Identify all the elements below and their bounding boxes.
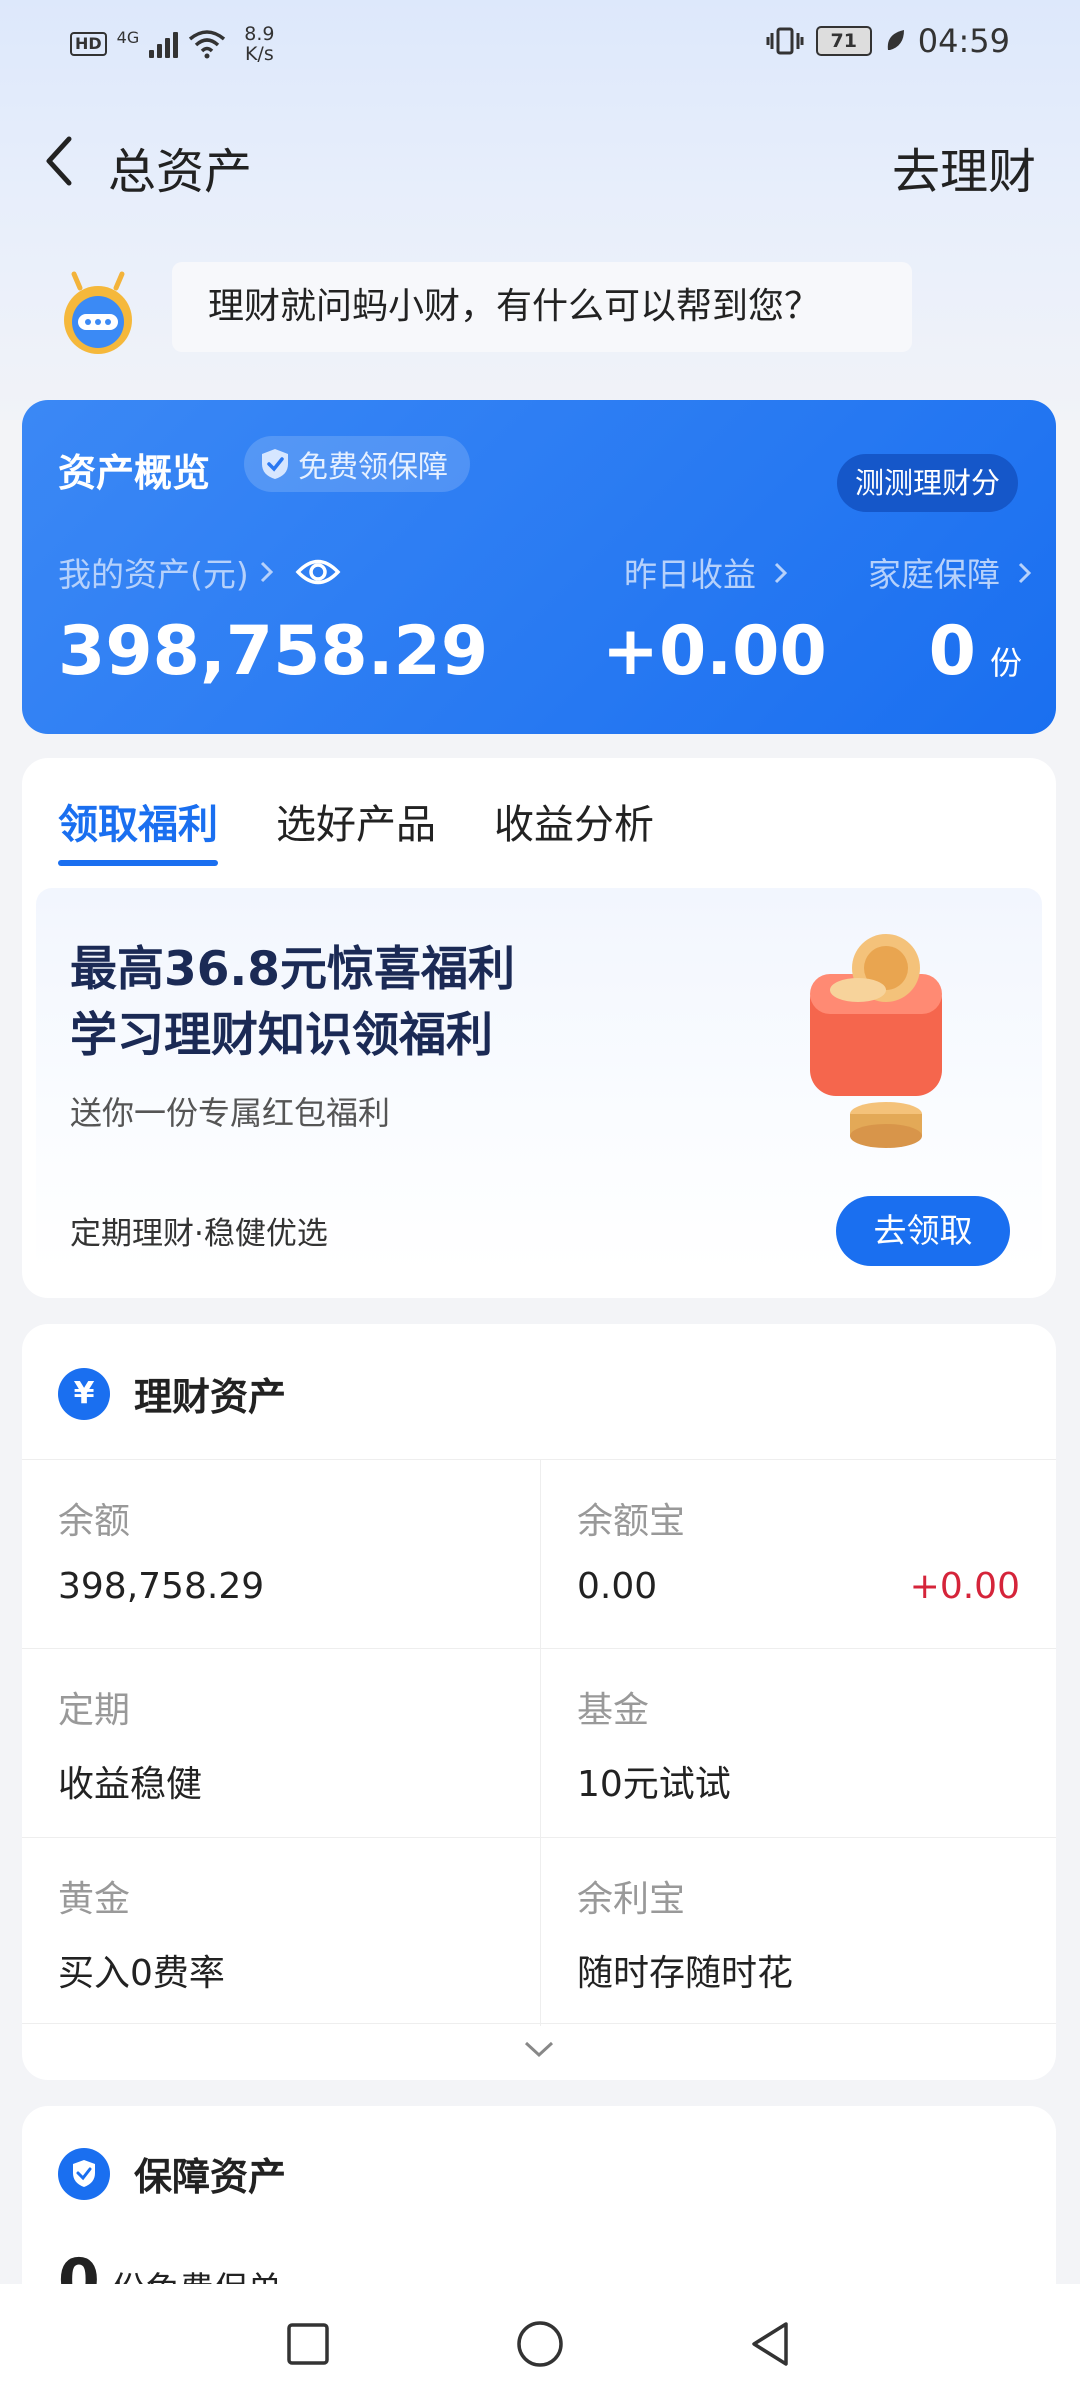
square-icon [287, 2323, 329, 2365]
eye-icon[interactable] [295, 555, 341, 589]
asset-cell-fund[interactable]: 基金 10元试试 [540, 1649, 1056, 1837]
family-protection-value: 0份 [929, 612, 1022, 691]
shield-check-icon [262, 449, 288, 479]
assistant-prompt[interactable]: 理财就问蚂小财，有什么可以帮到您？ [172, 262, 912, 352]
tab-products[interactable]: 选好产品 [276, 792, 436, 852]
asset-value: 随时存随时花 [577, 1953, 794, 1994]
protection-assets-header: 保障资产 [58, 2146, 286, 2201]
yesterday-income-label: 昨日收益 [624, 555, 756, 594]
back-nav-button[interactable] [740, 2314, 800, 2374]
tab-analysis[interactable]: 收益分析 [494, 792, 654, 852]
vibrate-icon [766, 27, 804, 55]
triangle-back-icon [752, 2322, 788, 2366]
status-left: HD 4G 8.9 K/s [70, 24, 274, 64]
protection-assets-title: 保障资产 [134, 2155, 287, 2199]
assistant-avatar-icon [64, 271, 132, 354]
battery-icon: 71 [815, 26, 872, 56]
benefits-tabs: 领取福利 选好产品 收益分析 [58, 792, 654, 866]
asset-value: 0.00 [577, 1566, 658, 1607]
go-invest-link[interactable]: 去理财 [892, 132, 1036, 202]
back-arrow-icon [46, 136, 72, 186]
wealth-assets-header: ¥ 理财资产 [58, 1366, 286, 1421]
wealth-assets-title: 理财资产 [134, 1375, 287, 1419]
promo-title-2: 学习理财知识领福利 [70, 1008, 493, 1063]
header: 总资产 去理财 [0, 110, 1080, 220]
promo-title-1: 最高36.8元惊喜福利 [70, 942, 515, 997]
family-protection-label: 家庭保障 [868, 555, 1000, 594]
benefits-card: 领取福利 选好产品 收益分析 最高36.8元惊喜福利 学习理财知识领福利 送你一… [22, 758, 1056, 1298]
chevron-right-icon [1018, 562, 1031, 584]
yen-icon: ¥ [58, 1367, 110, 1420]
status-bar: HD 4G 8.9 K/s 71 04:59 [0, 0, 1080, 90]
signal-icon [149, 30, 179, 58]
shield-check-icon [58, 2147, 110, 2200]
asset-cell-yuebao[interactable]: 余额宝 0.00 +0.00 [540, 1460, 1056, 1648]
chevron-right-icon [260, 561, 273, 583]
asset-cell-fixed-term[interactable]: 定期 收益稳健 [22, 1649, 538, 1837]
my-assets-value: 398,758.29 [58, 612, 489, 691]
free-protection-badge[interactable]: 免费领保障 [244, 436, 470, 492]
asset-value: 买入0费率 [58, 1953, 225, 1994]
back-button[interactable] [24, 126, 94, 196]
promo-footer: 定期理财·稳健优选 [70, 1216, 328, 1252]
circle-icon [517, 2321, 563, 2367]
finance-score-button[interactable]: 测测理财分 [836, 454, 1018, 512]
asset-cell-balance[interactable]: 余额 398,758.29 [22, 1460, 538, 1648]
family-protection-count: 0 [928, 612, 976, 691]
page-title: 总资产 [108, 144, 253, 200]
asset-value: 10元试试 [577, 1764, 731, 1805]
family-protection-label-row[interactable]: 家庭保障 [868, 548, 1033, 596]
assistant-row[interactable]: 理财就问蚂小财，有什么可以帮到您？ [50, 262, 1050, 372]
asset-label: 黄金 [58, 1879, 131, 1920]
recents-button[interactable] [278, 2314, 338, 2374]
promo-subtitle: 送你一份专属红包福利 [70, 1094, 391, 1132]
promo-banner[interactable]: 最高36.8元惊喜福利 学习理财知识领福利 送你一份专属红包福利 定期理财·稳健… [36, 888, 1042, 1272]
chevron-down-icon [524, 2041, 554, 2058]
hd-icon: HD [70, 32, 107, 56]
asset-label: 余额宝 [577, 1501, 686, 1542]
asset-value: 收益稳健 [58, 1764, 203, 1805]
asset-overview-card: 资产概览 免费领保障 测测理财分 我的资产(元) 昨日收益 家庭保障 398,7… [22, 400, 1056, 734]
asset-label: 定期 [58, 1690, 131, 1731]
expand-button[interactable] [22, 2023, 1056, 2074]
yesterday-income-label-row[interactable]: 昨日收益 [624, 548, 789, 596]
wealth-assets-card: ¥ 理财资产 余额 398,758.29 余额宝 0.00 +0.00 定期 收… [22, 1324, 1056, 2080]
net-speed: 8.9 K/s [244, 24, 274, 64]
asset-label: 余利宝 [577, 1879, 686, 1920]
wifi-icon [189, 30, 226, 59]
gift-box-icon [810, 934, 942, 1148]
my-assets-label: 我的资产(元) [58, 555, 249, 594]
status-right: 71 04:59 [766, 22, 1010, 60]
system-nav-bar [0, 2284, 1080, 2400]
asset-change: +0.00 [909, 1566, 1020, 1607]
asset-label: 余额 [58, 1501, 131, 1542]
family-protection-unit: 份 [989, 644, 1022, 682]
asset-row: 定期 收益稳健 基金 10元试试 [22, 1648, 1056, 1837]
battery-level: 71 [830, 30, 857, 52]
tab-benefits[interactable]: 领取福利 [58, 792, 218, 866]
asset-row: 黄金 买入0费率 余利宝 随时存随时花 [22, 1837, 1056, 2026]
chevron-right-icon [774, 562, 787, 584]
claim-button[interactable]: 去领取 [836, 1196, 1010, 1266]
clock: 04:59 [917, 22, 1010, 60]
yesterday-income-value: +0.00 [602, 612, 827, 691]
net-type: 4G [116, 27, 140, 47]
badge-label: 免费领保障 [298, 450, 448, 485]
asset-label: 基金 [577, 1690, 650, 1731]
net-speed-unit: K/s [244, 43, 274, 65]
my-assets-label-row[interactable]: 我的资产(元) [58, 548, 341, 596]
overview-title: 资产概览 [58, 451, 211, 495]
net-speed-value: 8.9 [244, 23, 275, 45]
asset-cell-yulibao[interactable]: 余利宝 随时存随时花 [540, 1838, 1056, 2026]
asset-value: 398,758.29 [58, 1566, 265, 1607]
asset-cell-gold[interactable]: 黄金 买入0费率 [22, 1838, 538, 2026]
asset-row: 余额 398,758.29 余额宝 0.00 +0.00 [22, 1459, 1056, 1648]
wealth-assets-grid: 余额 398,758.29 余额宝 0.00 +0.00 定期 收益稳健 基金 … [22, 1459, 1056, 2026]
leaf-icon [887, 30, 904, 50]
home-button[interactable] [510, 2314, 570, 2374]
